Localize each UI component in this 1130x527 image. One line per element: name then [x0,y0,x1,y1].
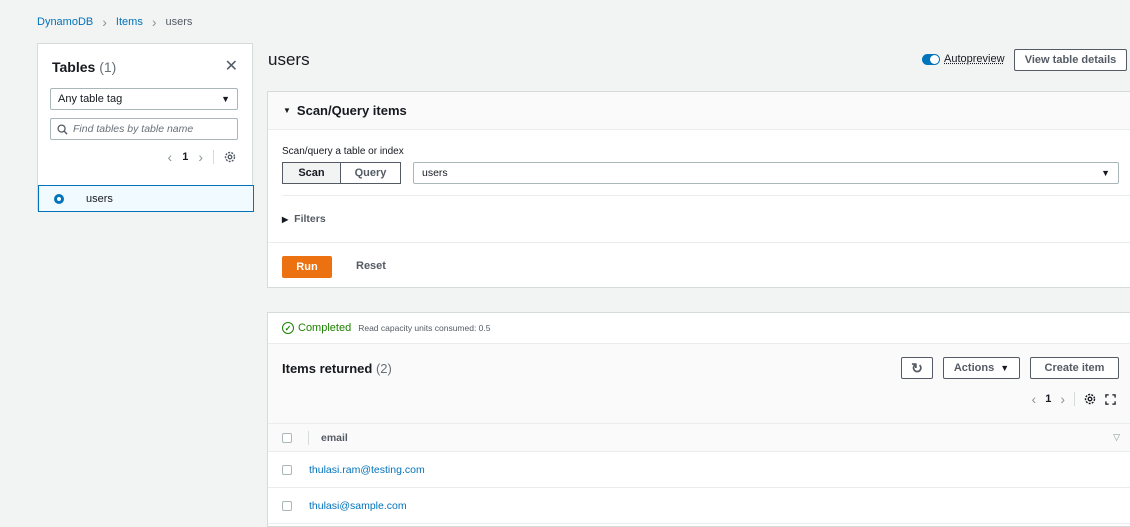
previous-page-icon[interactable]: ‹ [1032,392,1037,406]
scan-query-segmented-control: Scan Query [282,162,401,184]
tables-panel: Tables (1) ✕ Any table tag ▼ Find tables… [37,43,254,212]
scan-query-panel: ▼ Scan/Query items Scan/query a table or… [267,91,1130,288]
results-pagination: ‹ 1 › [1032,392,1116,406]
breadcrumb-items-link[interactable]: Items [116,16,143,28]
scan-query-title: Scan/Query items [296,103,407,118]
refresh-icon: ↻ [911,359,923,376]
caret-right-icon: ▶ [282,214,289,224]
current-page[interactable]: 1 [182,151,188,163]
gear-icon[interactable] [224,151,236,163]
query-button[interactable]: Query [340,162,401,184]
current-page[interactable]: 1 [1045,393,1051,405]
check-circle-icon: ✓ [282,322,294,334]
item-email-link[interactable]: thulasi@sample.com [309,500,407,512]
chevron-right-icon: › [151,14,157,30]
select-all-checkbox[interactable] [282,432,292,443]
items-count: (2) [375,361,392,376]
status-bar: ✓ Completed Read capacity units consumed… [268,313,1130,344]
divider [308,430,309,445]
tables-pagination: ‹ 1 › [168,150,236,164]
breadcrumb-dynamodb-link[interactable]: DynamoDB [37,16,93,28]
sort-icon[interactable]: ▽ [1113,432,1120,443]
divider [268,242,1130,243]
item-email-link[interactable]: thulasi.ram@testing.com [309,464,425,476]
next-page-icon[interactable]: › [1060,392,1065,406]
divider [282,195,1130,196]
row-checkbox[interactable] [282,464,292,475]
actions-button[interactable]: Actions ▼ [943,357,1020,379]
radio-selected-icon[interactable] [54,193,64,204]
close-icon[interactable]: ✕ [225,59,238,75]
scan-button[interactable]: Scan [282,162,341,184]
next-page-icon[interactable]: › [198,150,203,164]
caret-down-icon: ▼ [283,106,291,115]
autopreview-toggle[interactable]: Autopreview [922,53,1005,65]
breadcrumb: DynamoDB › Items › users [37,15,192,29]
toggle-icon[interactable] [922,53,940,65]
items-returned-title: Items returned (2) [282,361,392,376]
caret-down-icon: ▼ [1101,168,1110,178]
tables-title: Tables (1) [52,59,117,75]
search-placeholder: Find tables by table name [73,123,194,135]
breadcrumb-current: users [165,16,193,28]
scan-query-header[interactable]: ▼ Scan/Query items [268,92,1130,130]
caret-down-icon: ▼ [1000,363,1010,373]
table-tag-select[interactable]: Any table tag ▼ [50,88,238,110]
table-name: users [86,192,113,205]
results-header: Items returned (2) ↻ Actions ▼ Create it… [268,344,1130,424]
tables-count: (1) [99,59,117,75]
page-title: users [268,50,310,69]
autopreview-label: Autopreview [944,53,1005,65]
run-button[interactable]: Run [282,256,332,278]
table-header-row: email ▽ [268,424,1130,452]
view-table-details-button[interactable]: View table details [1014,49,1127,71]
scan-query-label: Scan/query a table or index [282,146,404,157]
table-index-select[interactable]: users ▼ [413,162,1119,184]
divider [1074,392,1075,406]
status-text: Completed [298,322,352,334]
divider [213,150,214,164]
refresh-button[interactable]: ↻ [901,357,933,379]
create-item-button[interactable]: Create item [1030,357,1119,379]
capacity-units-text: Read capacity units consumed: 0.5 [358,323,491,333]
chevron-right-icon: › [102,14,107,30]
table-row: thulasi@sample.com [268,488,1130,524]
results-panel: ✓ Completed Read capacity units consumed… [267,312,1130,527]
row-checkbox[interactable] [282,500,292,511]
table-row: thulasi.ram@testing.com [268,452,1130,488]
previous-page-icon[interactable]: ‹ [168,150,173,164]
fullscreen-icon[interactable] [1105,393,1116,405]
column-header-email[interactable]: email [321,432,348,444]
gear-icon[interactable] [1084,393,1096,405]
table-list-item-users[interactable]: users [38,185,254,212]
reset-button[interactable]: Reset [356,260,386,272]
search-icon [57,123,68,135]
table-search-input[interactable]: Find tables by table name [50,118,238,140]
caret-down-icon: ▼ [221,94,230,104]
filters-expander[interactable]: ▶ Filters [282,213,326,225]
